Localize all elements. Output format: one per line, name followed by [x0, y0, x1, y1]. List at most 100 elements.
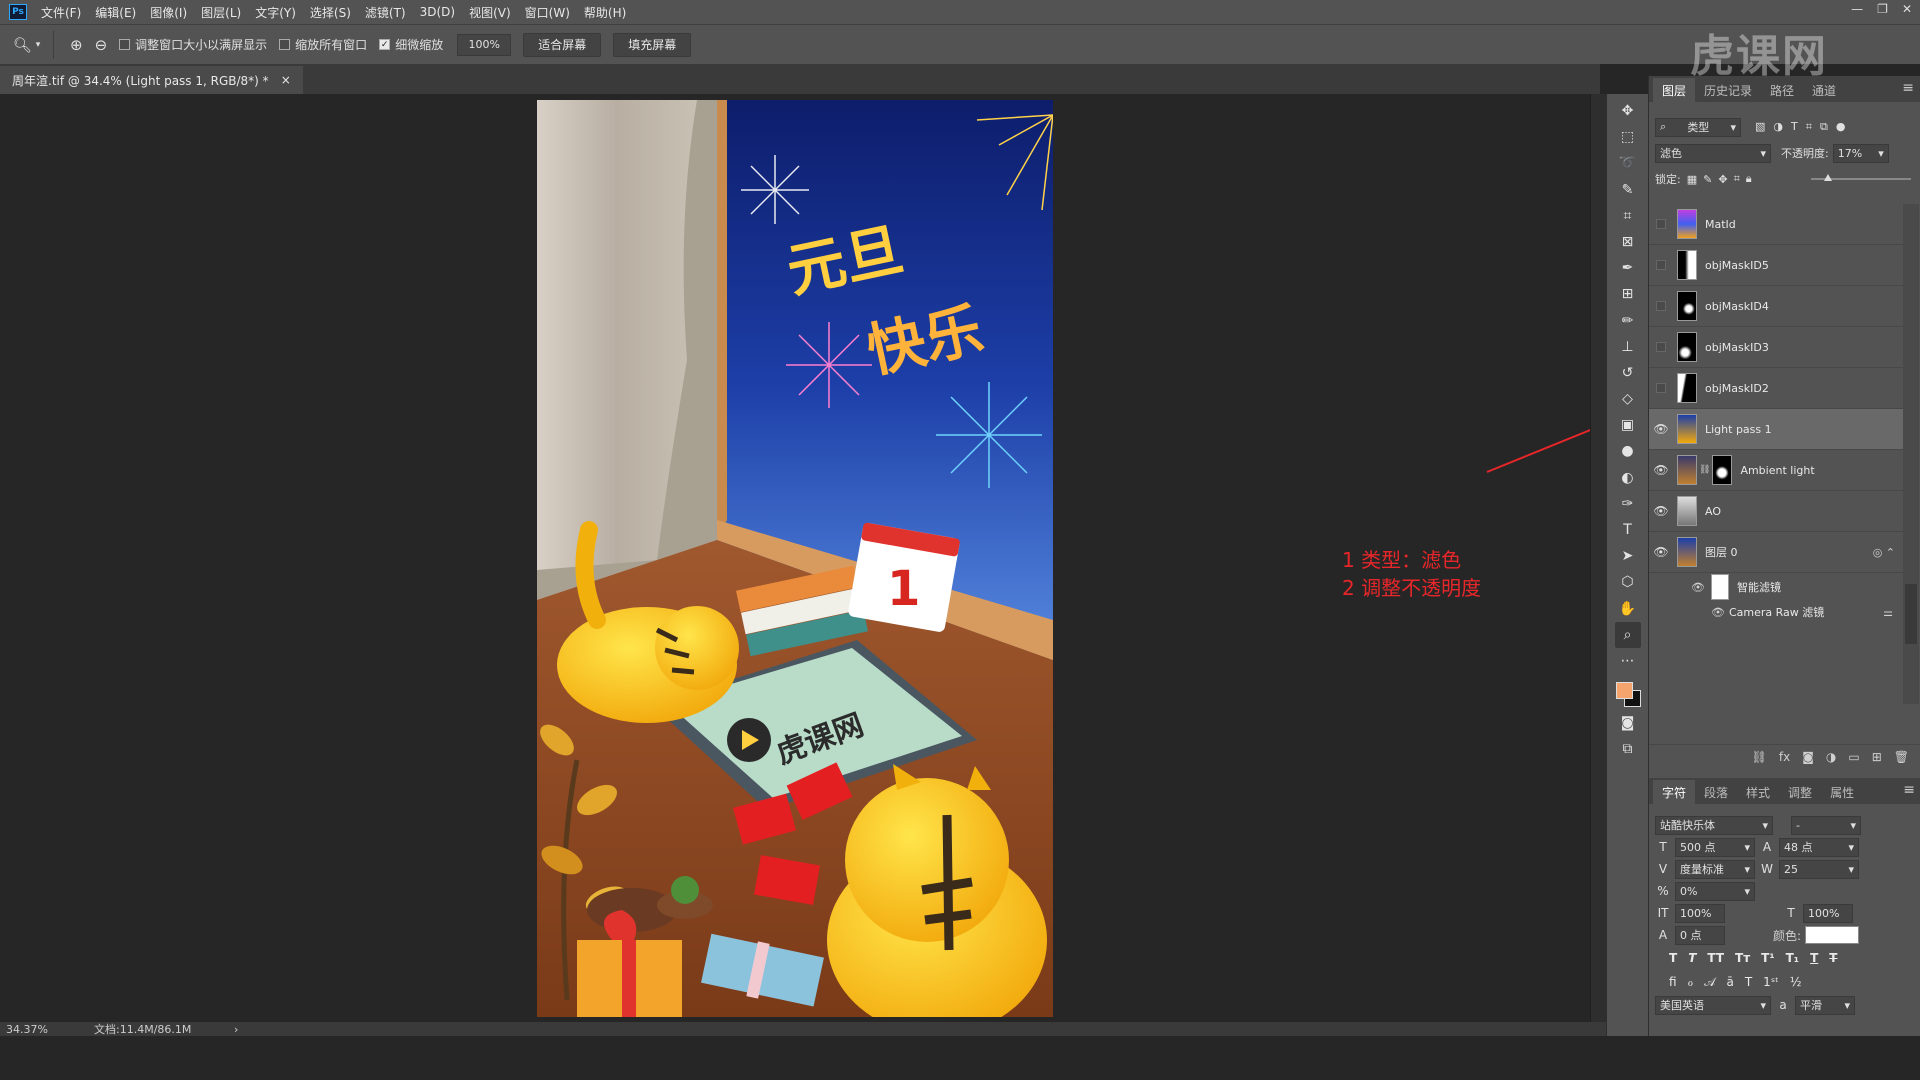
zoom-in-icon[interactable]: ⊕	[70, 36, 83, 54]
restore-icon[interactable]: ❐	[1877, 2, 1888, 16]
visibility-toggle-off[interactable]	[1656, 301, 1666, 311]
checkbox-box[interactable]	[119, 39, 131, 50]
font-size-select[interactable]: 500 点 ▾	[1675, 837, 1755, 857]
lock-all-icon[interactable]: 🔒︎	[1746, 172, 1752, 186]
type-filter-icon[interactable]: T	[1791, 120, 1798, 134]
layer-light-pass-1[interactable]: 👁︎ Light pass 1	[1649, 409, 1903, 450]
dodge-tool-icon[interactable]: ◐	[1615, 465, 1641, 491]
menu-edit[interactable]: 编辑(E)	[95, 4, 136, 21]
adjustment-layer-icon[interactable]: ◑	[1826, 750, 1836, 764]
eye-icon[interactable]: 👁︎	[1649, 463, 1673, 477]
shape-tool-icon[interactable]: ⬡	[1615, 569, 1641, 595]
text-color-swatch[interactable]	[1805, 926, 1860, 944]
menu-view[interactable]: 视图(V)	[469, 4, 511, 21]
smart-object-filter-icon[interactable]: ⧉	[1820, 120, 1828, 134]
ligature-icon[interactable]: ﬁ	[1669, 975, 1677, 989]
titling-icon[interactable]: T	[1745, 975, 1752, 989]
tracking-select[interactable]: 25 ▾	[1779, 859, 1859, 879]
menu-type[interactable]: 文字(Y)	[255, 4, 296, 21]
faux-bold-icon[interactable]: T	[1669, 951, 1677, 965]
adjustment-filter-icon[interactable]: ◑	[1773, 120, 1783, 134]
delete-layer-icon[interactable]: 🗑︎	[1894, 750, 1909, 764]
strikethrough-icon[interactable]: T	[1829, 951, 1837, 965]
brush-tool-icon[interactable]: ✏	[1615, 308, 1641, 334]
tab-adjustments[interactable]: 调整	[1779, 780, 1821, 804]
lock-artboard-icon[interactable]: ⌗	[1734, 172, 1740, 186]
lock-position-icon[interactable]: ✥	[1718, 173, 1727, 186]
tab-styles[interactable]: 样式	[1737, 780, 1779, 804]
tab-character[interactable]: 字符	[1653, 780, 1696, 804]
layer-ambient-light[interactable]: 👁︎ ⛓ Ambient light	[1649, 450, 1903, 491]
zoom-percent-field[interactable]: 100%	[457, 33, 512, 56]
frame-tool-icon[interactable]: ⊠	[1615, 229, 1641, 255]
lock-image-icon[interactable]: ✎	[1703, 173, 1712, 186]
tab-paragraph[interactable]: 段落	[1695, 780, 1737, 804]
smart-filters-row[interactable]: 👁︎ 智能滤镜	[1649, 573, 1903, 601]
canvas-vertical-scrollbar[interactable]	[1590, 94, 1606, 1022]
lock-transparent-icon[interactable]: ▦	[1687, 173, 1697, 186]
smart-filter-mask-thumbnail[interactable]	[1710, 574, 1729, 600]
quick-select-tool-icon[interactable]: ✎	[1615, 177, 1641, 203]
type-tool-icon[interactable]: T	[1615, 517, 1641, 543]
history-brush-tool-icon[interactable]: ↺	[1615, 360, 1641, 386]
layer-matid[interactable]: MatId	[1649, 204, 1903, 245]
leading-select[interactable]: 48 点 ▾	[1779, 837, 1859, 857]
move-tool-icon[interactable]: ✥	[1615, 98, 1641, 124]
language-select[interactable]: 美国英语 ▾	[1655, 995, 1771, 1015]
close-window-icon[interactable]: ✕	[1902, 2, 1912, 16]
tab-layers[interactable]: 图层	[1653, 78, 1696, 102]
healing-brush-tool-icon[interactable]: ⊞	[1615, 281, 1641, 307]
visibility-toggle-off[interactable]	[1656, 260, 1666, 270]
status-arrow-icon[interactable]: ›	[234, 1023, 238, 1036]
filter-options-icon[interactable]: ⚌	[1883, 606, 1893, 619]
superscript-icon[interactable]: T¹	[1761, 951, 1774, 965]
opacity-field[interactable]: 17% ▾	[1832, 143, 1889, 163]
tsume-select[interactable]: 0% ▾	[1675, 881, 1755, 901]
visibility-toggle-off[interactable]	[1656, 342, 1666, 352]
color-swatches[interactable]	[1614, 680, 1642, 710]
path-select-tool-icon[interactable]: ➤	[1615, 543, 1641, 569]
link-layers-icon[interactable]: ⛓	[1752, 750, 1767, 764]
font-family-select[interactable]: 站酷快乐体 ▾	[1655, 815, 1773, 835]
layer-objmaskid4[interactable]: objMaskID4	[1649, 286, 1903, 327]
opacity-slider[interactable]	[1811, 174, 1911, 181]
add-mask-icon[interactable]: ◙	[1802, 750, 1814, 764]
faux-italic-icon[interactable]: T	[1688, 951, 1696, 965]
eye-icon[interactable]: 👁︎	[1649, 422, 1673, 436]
chain-link-icon[interactable]: ⛓	[1699, 465, 1710, 475]
eye-icon[interactable]: 👁︎	[1649, 545, 1673, 559]
hand-tool-icon[interactable]: ✋	[1615, 596, 1641, 622]
pen-tool-icon[interactable]: ✑	[1615, 491, 1641, 517]
menu-filter[interactable]: 滤镜(T)	[365, 4, 406, 21]
camera-raw-filter-row[interactable]: 👁︎ Camera Raw 滤镜 ⚌	[1649, 601, 1903, 623]
canvas-area[interactable]: 元旦 快乐 1 虎课网 1 类型：滤色 2 调整不透明度	[0, 94, 1611, 1022]
stylistic-alt-icon[interactable]: ā	[1726, 975, 1733, 989]
status-zoom[interactable]: 34.37%	[6, 1023, 86, 1036]
small-caps-icon[interactable]: Tт	[1735, 951, 1750, 965]
eyedropper-tool-icon[interactable]: ✒	[1615, 255, 1641, 281]
panel-menu-icon[interactable]: ≡	[1902, 80, 1914, 96]
visibility-toggle-off[interactable]	[1656, 219, 1666, 229]
filter-toggle-icon[interactable]: ●	[1836, 120, 1846, 134]
image-filter-icon[interactable]: ▧	[1755, 120, 1765, 134]
blend-mode-select[interactable]: 滤色 ▾	[1655, 143, 1771, 163]
layer-objmaskid3[interactable]: objMaskID3	[1649, 327, 1903, 368]
quick-mask-icon[interactable]: ◙	[1615, 710, 1641, 736]
tab-properties[interactable]: 属性	[1821, 780, 1863, 804]
fit-screen-button[interactable]: 适合屏幕	[523, 32, 602, 57]
layer-objmaskid5[interactable]: objMaskID5	[1649, 245, 1903, 286]
new-group-icon[interactable]: ▭	[1848, 750, 1859, 764]
fill-screen-button[interactable]: 填充屏幕	[613, 32, 692, 57]
lasso-tool-icon[interactable]: ➰	[1615, 150, 1641, 176]
antialias-select[interactable]: 平滑 ▾	[1795, 995, 1855, 1015]
tool-preset-picker[interactable]: 🔍︎ ▾	[0, 30, 54, 59]
panel-menu-icon[interactable]: ≡	[1903, 782, 1915, 798]
layer-objmaskid2[interactable]: objMaskID2	[1649, 368, 1903, 409]
layer-0[interactable]: 👁︎ 图层 0 ◎ ⌃	[1649, 532, 1903, 573]
menu-image[interactable]: 图像(I)	[150, 4, 187, 21]
horizontal-scale-field[interactable]: 100%	[1803, 903, 1853, 923]
subscript-icon[interactable]: T₁	[1786, 951, 1799, 965]
vertical-scale-field[interactable]: 100%	[1675, 903, 1725, 923]
opacity-slider-knob[interactable]	[1824, 174, 1832, 181]
zoom-out-icon[interactable]: ⊖	[95, 36, 108, 54]
